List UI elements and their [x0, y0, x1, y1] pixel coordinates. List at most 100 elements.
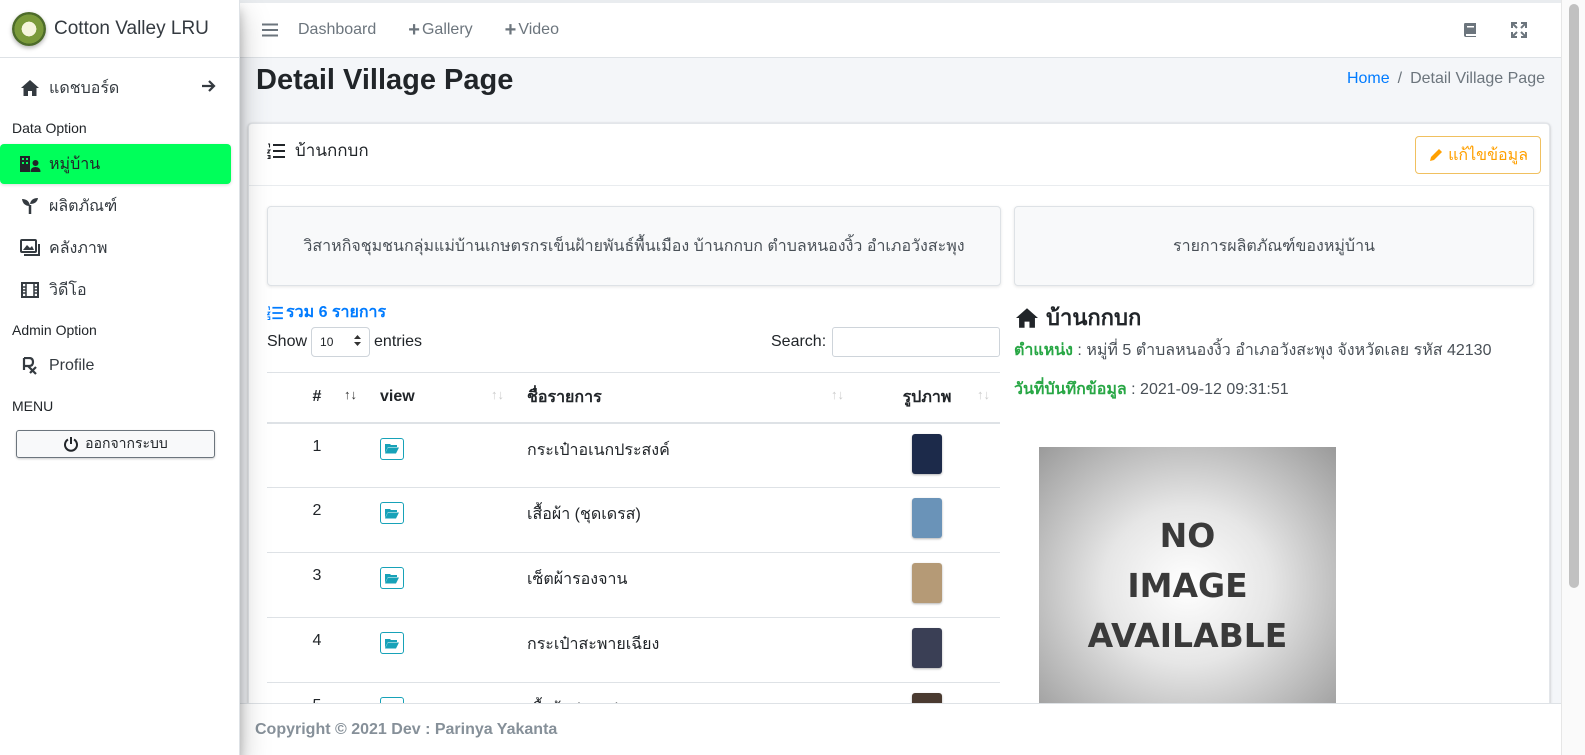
column-header-number[interactable]: # ↑↓ [267, 372, 367, 424]
total-count: รวม 6 รายการ [267, 300, 386, 325]
date-label: วันที่บันทึกข้อมูล [1014, 381, 1127, 398]
product-name: กระเป๋าอเนกประสงค์ [514, 422, 854, 488]
breadcrumb: Home / Detail Village Page [1347, 70, 1545, 88]
sidebar-item-label: คลังภาพ [49, 239, 108, 257]
product-thumbnail[interactable] [912, 433, 942, 474]
nav-link-dashboard[interactable]: Dashboard [298, 21, 376, 39]
folder-open-icon [385, 444, 399, 454]
power-icon [63, 436, 79, 452]
brand-name: Cotton Valley LRU [54, 17, 209, 39]
sidebar-item-label: แดชบอร์ด [49, 79, 120, 97]
top-navbar: Dashboard + Gallery + Video [240, 0, 1561, 58]
prescription-icon [18, 356, 42, 376]
product-thumbnail[interactable] [912, 498, 942, 538]
row-number: 1 [267, 422, 367, 488]
page-title: Detail Village Page [256, 64, 514, 96]
products-heading: รายการผลิตภัณฑ์ของหมู่บ้าน [1173, 237, 1375, 255]
view-button[interactable] [380, 567, 404, 589]
village-detail-card: บ้านกกบก แก้ไขข้อมูล วิสาหกิจชุมชนกลุ่มแ… [248, 123, 1550, 748]
sidebar-item-gallery[interactable]: คลังภาพ [0, 228, 231, 268]
building-user-icon [18, 154, 42, 174]
sidebar-item-dashboard[interactable]: แดชบอร์ด [0, 68, 231, 108]
sidebar: Cotton Valley LRU แดชบอร์ด Data Option ห… [0, 0, 240, 755]
column-header-image[interactable]: รูปภาพ ↑↓ [854, 372, 1000, 424]
product-name: กระเป๋าสะพายเฉียง [514, 617, 854, 683]
product-thumbnail[interactable] [912, 563, 942, 603]
nav-link-label: Gallery [421, 21, 473, 38]
logout-label: ออกจากระบบ [85, 435, 168, 451]
view-button[interactable] [380, 502, 404, 524]
card-header: บ้านกกบก แก้ไขข้อมูล [249, 124, 1549, 186]
nav-link-gallery[interactable]: + Gallery [408, 20, 472, 40]
copyright-text: Copyright © 2021 Dev : Parinya Yakanta [255, 721, 558, 738]
nav-header-data-option: Data Option [12, 120, 87, 136]
navbar-right [1463, 22, 1561, 38]
column-header-name[interactable]: ชื่อรายการ ↑↓ [514, 372, 854, 424]
edit-label: แก้ไขข้อมูล [1448, 146, 1528, 164]
column-label: # [312, 388, 322, 406]
fullscreen-icon[interactable] [1511, 22, 1527, 38]
sort-icon: ↑↓ [831, 387, 844, 402]
sidebar-item-label: Profile [49, 357, 95, 374]
sort-asc-icon: ↑↓ [344, 387, 357, 402]
images-icon [18, 238, 42, 258]
sidebar-item-profile[interactable]: Profile [0, 346, 231, 386]
entries-label: entries [374, 333, 423, 350]
footer: Copyright © 2021 Dev : Parinya Yakanta [240, 703, 1561, 755]
village-name: บ้านกกบก [1014, 300, 1141, 335]
product-thumbnail[interactable] [912, 628, 942, 668]
view-button[interactable] [380, 437, 404, 460]
edit-button[interactable]: แก้ไขข้อมูล [1415, 136, 1541, 174]
products-table: # ↑↓ view ↑↓ ชื่อรายการ ↑↓ รูปภาพ ↑↓ 1 กระเป๋… [267, 372, 1000, 748]
no-image-placeholder: NO IMAGE AVAILABLE [1039, 447, 1336, 724]
home-icon [18, 78, 42, 98]
page-scrollbar[interactable] [1561, 0, 1585, 755]
nav-link-label: Video [518, 21, 559, 38]
breadcrumb-home[interactable]: Home [1347, 70, 1390, 87]
film-icon [18, 280, 42, 300]
sidebar-item-village[interactable]: หมู่บ้าน [0, 144, 231, 184]
table-row: 2 เสื้อผ้า (ชุดเดรส) [267, 487, 1000, 553]
no-image-line: AVAILABLE [1087, 615, 1288, 655]
village-description: วิสาหกิจชุมชนกลุ่มแม่บ้านเกษตรกรเข็นฝ้าย… [303, 237, 965, 255]
search-label: Search: [771, 333, 827, 350]
location-value: : หมู่ที่ 5 ตำบลหนองงิ้ว อำเภอวังสะพุง จ… [1072, 342, 1492, 359]
image-cell [854, 617, 1000, 683]
table-row: 3 เซ็ตผ้ารองจาน [267, 552, 1000, 618]
village-description-box: วิสาหกิจชุมชนกลุ่มแม่บ้านเกษตรกรเข็นฝ้าย… [267, 206, 1001, 286]
date-value: : 2021-09-12 09:31:51 [1126, 381, 1289, 398]
image-cell [854, 552, 1000, 618]
page-size-select[interactable]: 10 [311, 327, 371, 357]
brand-logo [12, 11, 46, 46]
sidebar-item-products[interactable]: ผลิตภัณฑ์ [0, 186, 231, 226]
seedling-icon [18, 196, 42, 216]
nav-link-video[interactable]: + Video [505, 20, 559, 40]
arrow-right-icon[interactable] [201, 78, 217, 99]
row-number: 2 [267, 487, 367, 553]
sidebar-item-video[interactable]: วิดีโอ [0, 270, 231, 310]
table-row: 4 กระเป๋าสะพายเฉียง [267, 617, 1000, 683]
image-cell [854, 422, 1000, 488]
folder-open-icon [385, 573, 399, 583]
list-ol-icon [267, 142, 285, 159]
card-title: บ้านกกบก [267, 137, 369, 164]
plus-icon: + [408, 19, 420, 41]
column-header-view[interactable]: view ↑↓ [367, 372, 514, 424]
pencil-icon [1428, 147, 1444, 163]
book-icon[interactable] [1463, 22, 1477, 38]
scrollbar-thumb[interactable] [1569, 4, 1579, 588]
home-icon [1014, 307, 1040, 329]
village-name-text: บ้านกกบก [1046, 305, 1142, 330]
brand[interactable]: Cotton Valley LRU [0, 0, 239, 58]
view-button[interactable] [380, 632, 404, 654]
location-label: ตำแหน่ง [1014, 342, 1073, 359]
hamburger-menu-icon[interactable] [262, 23, 278, 37]
column-label: view [380, 388, 415, 406]
search-input[interactable] [832, 327, 1001, 357]
list-ol-icon [267, 305, 283, 320]
row-number: 3 [267, 552, 367, 618]
logout-button[interactable]: ออกจากระบบ [16, 430, 215, 458]
page-size-value: 10 [320, 335, 334, 349]
table-header-row: # ↑↓ view ↑↓ ชื่อรายการ ↑↓ รูปภาพ ↑↓ [267, 372, 1000, 424]
no-image-line: NO [1159, 515, 1216, 555]
